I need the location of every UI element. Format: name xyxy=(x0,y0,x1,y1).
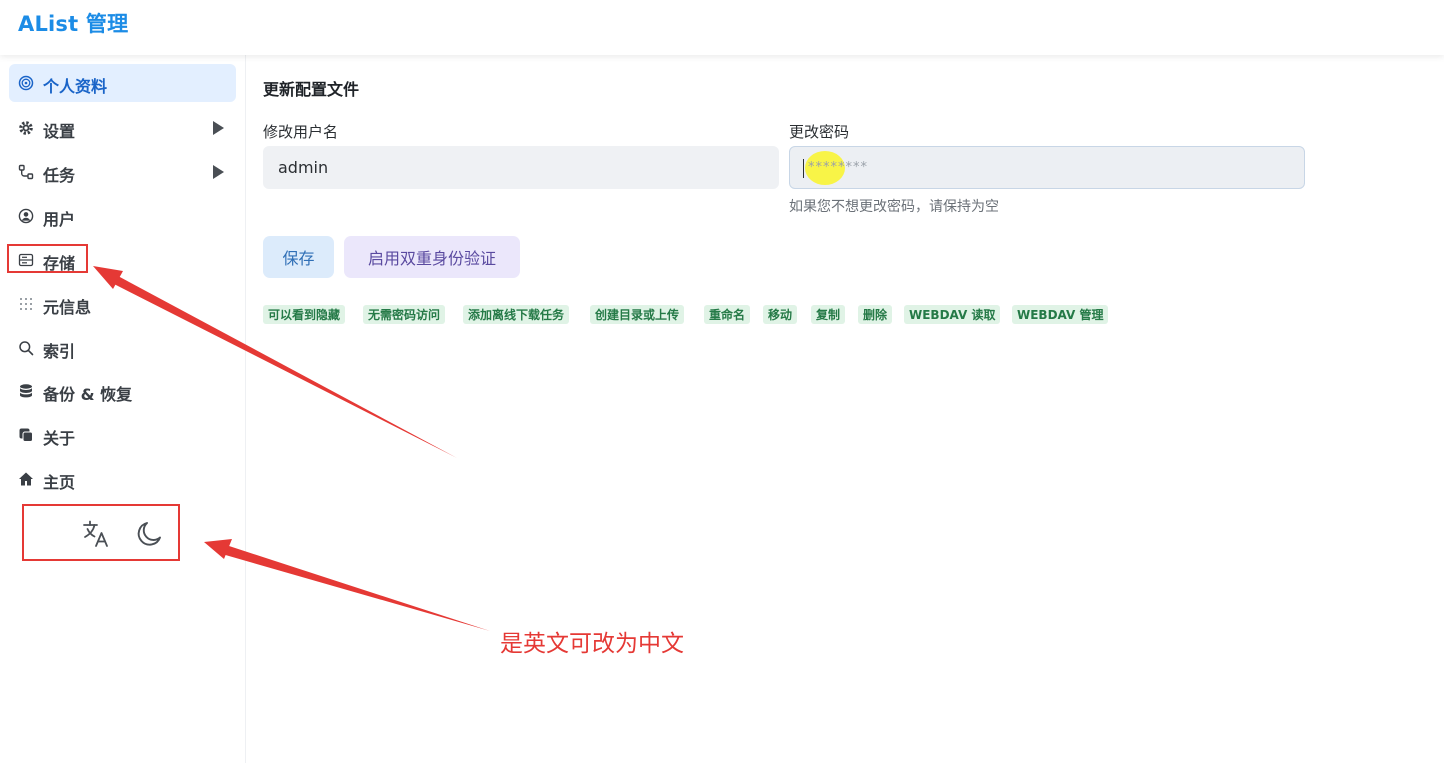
database-icon xyxy=(18,383,34,399)
password-placeholder: ******** xyxy=(808,160,868,175)
search-icon xyxy=(18,340,34,356)
storage-highlight-box xyxy=(7,244,88,273)
permission-tag: WEBDAV 读取 xyxy=(904,305,1001,324)
sidebar-controls xyxy=(22,504,180,561)
password-label: 更改密码 xyxy=(789,123,850,141)
sidebar-item-profile[interactable]: 个人资料 xyxy=(9,64,236,102)
permission-tag: 可以看到隐藏 xyxy=(263,305,346,324)
username-input[interactable]: admin xyxy=(263,146,779,189)
sidebar-item-backup[interactable]: 备份 & 恢复 xyxy=(9,372,236,410)
sidebar-item-index[interactable]: 索引 xyxy=(9,329,236,367)
moon-icon[interactable] xyxy=(134,518,166,550)
grid-icon xyxy=(18,296,34,312)
sidebar-item-label: 备份 & 恢复 xyxy=(43,385,133,404)
sidebar-item-label: 关于 xyxy=(43,429,76,448)
chevron-right-icon[interactable] xyxy=(213,165,224,179)
arrow-to-controls xyxy=(222,545,490,631)
chevron-right-icon[interactable] xyxy=(213,121,224,135)
sidebar-item-label: 任务 xyxy=(43,166,76,185)
text-cursor xyxy=(803,159,804,178)
sidebar-item-users[interactable]: 用户 xyxy=(9,197,236,235)
permission-tag: 创建目录或上传 xyxy=(590,305,685,324)
password-input[interactable]: ******** xyxy=(789,146,1305,189)
gear-icon xyxy=(18,120,34,136)
username-label: 修改用户名 xyxy=(263,123,339,141)
annotation-text: 是英文可改为中文 xyxy=(500,631,684,657)
sidebar-item-label: 个人资料 xyxy=(43,77,108,96)
copy-icon xyxy=(18,427,34,443)
sidebar: 个人资料 设置 任务 用户 存储 元信息 索引 备份 & 恢复 关于 主页 xyxy=(0,55,246,763)
enable-2fa-button[interactable]: 启用双重身份验证 xyxy=(344,236,520,278)
save-button[interactable]: 保存 xyxy=(263,236,334,278)
sidebar-item-about[interactable]: 关于 xyxy=(9,416,236,454)
user-circle-icon xyxy=(18,208,34,224)
fingerprint-icon xyxy=(18,75,34,91)
permission-tag: 添加离线下载任务 xyxy=(463,305,570,324)
permission-tag: 重命名 xyxy=(704,305,751,324)
permission-tag: 无需密码访问 xyxy=(363,305,446,324)
permission-tag: 删除 xyxy=(858,305,893,324)
sidebar-item-meta[interactable]: 元信息 xyxy=(9,285,236,323)
translate-icon[interactable] xyxy=(80,518,112,550)
sidebar-item-settings[interactable]: 设置 xyxy=(9,109,236,147)
username-value: admin xyxy=(278,158,329,177)
app-header: AList 管理 xyxy=(0,0,1444,55)
permission-tag: WEBDAV 管理 xyxy=(1012,305,1109,324)
permission-tag: 复制 xyxy=(811,305,846,324)
workflow-icon xyxy=(18,164,34,180)
sidebar-item-label: 用户 xyxy=(43,210,76,229)
password-hint: 如果您不想更改密码，请保持为空 xyxy=(789,199,999,215)
app-title[interactable]: AList 管理 xyxy=(18,8,128,38)
home-icon xyxy=(18,471,34,487)
sidebar-item-label: 元信息 xyxy=(43,298,92,317)
permission-tag: 移动 xyxy=(763,305,798,324)
sidebar-item-label: 主页 xyxy=(43,473,76,492)
sidebar-item-tasks[interactable]: 任务 xyxy=(9,153,236,191)
sidebar-item-label: 设置 xyxy=(43,122,76,141)
page-title: 更新配置文件 xyxy=(263,80,360,99)
sidebar-item-label: 索引 xyxy=(43,342,76,361)
sidebar-item-home[interactable]: 主页 xyxy=(9,460,236,498)
